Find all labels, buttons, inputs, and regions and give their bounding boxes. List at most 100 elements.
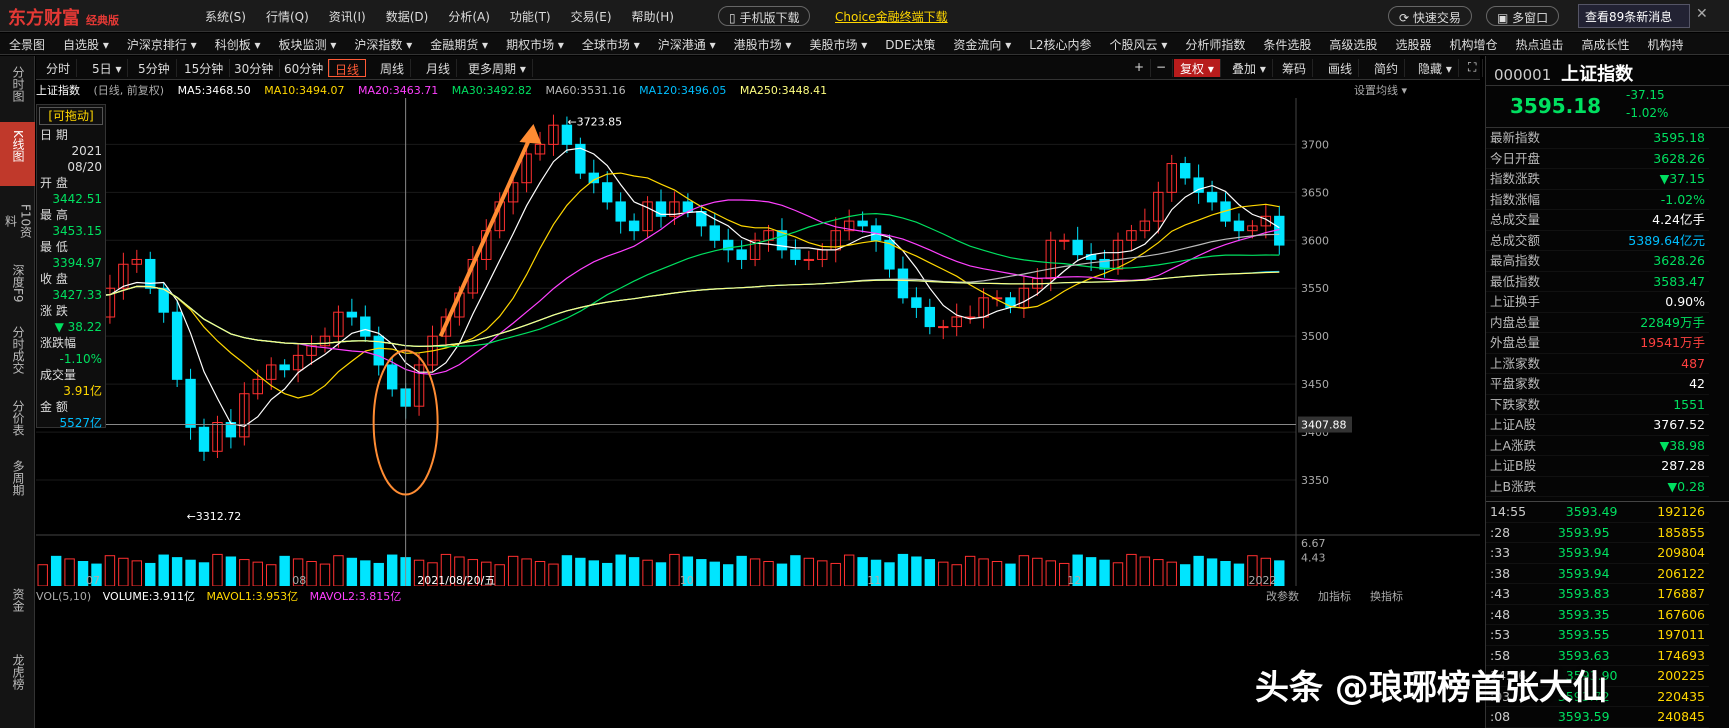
menu-item-analysis[interactable]: 分析(A): [448, 8, 490, 25]
volume-bar: [991, 561, 1003, 586]
menu-item-help[interactable]: 帮助(H): [632, 8, 674, 25]
volume-bar: [964, 555, 976, 586]
tab-multi-period[interactable]: 多周期: [0, 456, 35, 516]
menu-item-quotes[interactable]: 行情(Q): [266, 8, 309, 25]
nav-item[interactable]: 高级选股: [1320, 33, 1386, 54]
nav-item[interactable]: 全球市场 ▾: [573, 33, 649, 54]
nav-item[interactable]: 全景图: [0, 33, 54, 54]
nav-item[interactable]: 科创板 ▾: [206, 33, 270, 54]
vol-indicator-label[interactable]: VOL(5,10): [36, 590, 91, 603]
nav-item[interactable]: 板块监测 ▾: [270, 33, 346, 54]
period-30min[interactable]: 30分钟: [228, 59, 281, 77]
quote-row: 上证A股 3767.52: [1486, 415, 1709, 436]
period-more[interactable]: 更多周期 ▾: [462, 59, 533, 77]
draw-line-button[interactable]: 画线: [1322, 59, 1360, 77]
x-axis-label: 10: [680, 574, 694, 586]
volume-bar: [198, 562, 210, 586]
volume-bar: [373, 562, 384, 586]
nav-item[interactable]: 港股市场 ▾: [725, 33, 801, 54]
nav-item[interactable]: 条件选股: [1254, 33, 1320, 54]
zoom-in-button[interactable]: +: [1128, 59, 1152, 77]
nav-item[interactable]: L2核心内参: [1020, 33, 1100, 54]
volume-bar: [696, 559, 707, 586]
nav-item[interactable]: 机构增仓: [1440, 33, 1506, 54]
menu-item-data[interactable]: 数据(D): [386, 8, 429, 25]
volume-bar: [252, 561, 263, 586]
volume-bar: [1085, 557, 1097, 586]
menu-item-system[interactable]: 系统(S): [205, 8, 246, 25]
nav-item[interactable]: 个股风云 ▾: [1101, 33, 1177, 54]
menu-item-trade[interactable]: 交易(E): [571, 8, 612, 25]
period-5min[interactable]: 5分钟: [132, 59, 177, 77]
nav-item[interactable]: 期权市场 ▾: [497, 33, 573, 54]
kline-chart[interactable]: 335034003450350035503600365037003407.88←…: [36, 98, 1480, 586]
trade-icon: ⟳: [1399, 11, 1410, 25]
period-daily[interactable]: 日线: [328, 59, 367, 77]
quote-row: 外盘总量 19541万手: [1486, 333, 1709, 354]
choice-download-link[interactable]: Choice金融终端下载: [835, 8, 948, 25]
adjust-button[interactable]: 复权 ▾: [1174, 59, 1221, 77]
tab-depth-f9[interactable]: 深度F9: [0, 260, 35, 310]
market-nav-bar: 全景图 自选股 ▾ 沪深京排行 ▾ 科创板 ▾ 板块监测 ▾ 沪深指数 ▾ 金融…: [0, 33, 1729, 55]
ma20-label: MA20:3463.71: [358, 84, 439, 97]
menu-item-function[interactable]: 功能(T): [510, 8, 551, 25]
nav-item[interactable]: 资金流向 ▾: [944, 33, 1020, 54]
nav-item[interactable]: DDE决策: [876, 33, 944, 54]
volume-bar: [803, 557, 815, 586]
window-close-icon[interactable]: ✕: [1696, 6, 1708, 22]
drag-label[interactable]: [可拖动]: [39, 107, 103, 125]
simple-button[interactable]: 简约: [1368, 59, 1406, 77]
period-timeshare[interactable]: 分时: [40, 59, 78, 77]
tab-price-table[interactable]: 分价表: [0, 396, 35, 446]
candle-body: [1233, 220, 1245, 232]
change-params-button[interactable]: 改参数: [1266, 588, 1299, 604]
x-axis-label: 11: [867, 574, 881, 586]
period-weekly[interactable]: 周线: [374, 59, 412, 77]
mobile-download-button[interactable]: ▯ 手机版下载: [718, 6, 811, 26]
chips-button[interactable]: 筹码: [1276, 59, 1314, 77]
tab-kline[interactable]: K线图: [0, 122, 35, 186]
notice-button[interactable]: 查看89条新消息: [1578, 4, 1690, 28]
nav-item[interactable]: 高成长性: [1572, 33, 1638, 54]
tab-f10[interactable]: F10资料: [0, 194, 35, 244]
period-monthly[interactable]: 月线: [420, 59, 458, 77]
quote-row-label: 指数涨跌: [1490, 171, 1541, 186]
tick-volume: 206122: [1657, 565, 1705, 581]
fullscreen-icon[interactable]: ⛶: [1462, 59, 1484, 77]
nav-item[interactable]: 自选股 ▾: [54, 33, 118, 54]
nav-item[interactable]: 沪深港通 ▾: [649, 33, 725, 54]
tab-funds[interactable]: 资金: [0, 584, 35, 624]
tab-dragon-tiger[interactable]: 龙虎榜: [0, 650, 35, 710]
period-60min[interactable]: 60分钟: [278, 59, 331, 77]
candle-body: [360, 316, 371, 337]
switch-indicator-button[interactable]: 换指标: [1370, 588, 1403, 604]
volume-bar: [561, 555, 573, 586]
menu-item-news[interactable]: 资讯(I): [329, 8, 366, 25]
nav-item[interactable]: 选股器: [1386, 33, 1440, 54]
period-15min[interactable]: 15分钟: [178, 59, 231, 77]
period-5day[interactable]: 5日 ▾: [86, 59, 129, 77]
multi-window-button[interactable]: ▣ 多窗口: [1486, 6, 1560, 26]
volume-bar: [534, 561, 546, 586]
nav-item[interactable]: 沪深指数 ▾: [345, 33, 421, 54]
hide-button[interactable]: 隐藏 ▾: [1412, 59, 1459, 77]
add-indicator-button[interactable]: 加指标: [1318, 588, 1351, 604]
zoom-out-button[interactable]: −: [1150, 59, 1174, 77]
nav-item[interactable]: 机构持: [1639, 33, 1693, 54]
overlay-button[interactable]: 叠加 ▾: [1226, 59, 1273, 77]
quick-trade-button[interactable]: ⟳ 快速交易: [1388, 6, 1472, 26]
volume-bar: [1233, 563, 1245, 586]
volume-bar: [1220, 561, 1231, 586]
nav-item[interactable]: 分析师指数: [1176, 33, 1254, 54]
tick-time: :08: [1490, 709, 1511, 724]
tick-time: :43: [1490, 586, 1511, 601]
candle-body: [790, 249, 801, 260]
nav-item[interactable]: 美股市场 ▾: [800, 33, 876, 54]
tab-timeshare[interactable]: 分时图: [0, 62, 35, 120]
tab-timeshare-trades[interactable]: 分时成交: [0, 322, 35, 388]
nav-item[interactable]: 金融期货 ▾: [421, 33, 497, 54]
nav-item[interactable]: 热点追击: [1506, 33, 1572, 54]
ma-settings-button[interactable]: 设置均线 ▾: [1354, 82, 1407, 98]
bar-info-panel[interactable]: [可拖动] 日 期 2021 08/20 开 盘 3442.51 最 高 345…: [36, 104, 106, 430]
nav-item[interactable]: 沪深京排行 ▾: [118, 33, 206, 54]
